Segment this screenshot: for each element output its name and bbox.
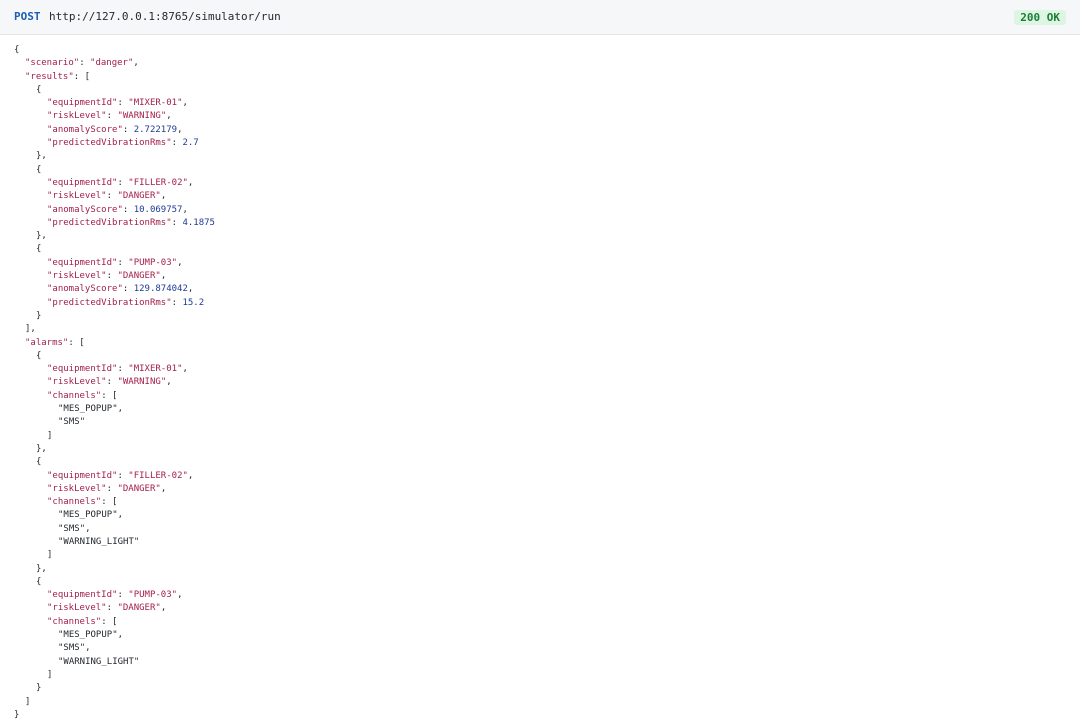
json-line: },	[36, 231, 47, 242]
json-line: "WARNING_LIGHT"	[58, 656, 140, 667]
json-line: "riskLevel": "DANGER",	[47, 191, 167, 202]
json-value-risklevel: DANGER	[122, 191, 156, 202]
json-line: }	[14, 709, 20, 720]
json-value-scenario: danger	[95, 58, 128, 69]
json-value-anomalyscore: 10.069757	[133, 204, 183, 215]
json-line: ]	[47, 669, 53, 680]
json-line: "MES_POPUP",	[58, 630, 124, 641]
request-url[interactable]: http://127.0.0.1:8765/simulator/run	[49, 10, 281, 24]
json-line: }	[36, 683, 42, 694]
json-line: "equipmentId": "FILLER-02",	[47, 177, 194, 188]
json-value-risklevel: DANGER	[122, 483, 156, 494]
json-line: "riskLevel": "DANGER",	[47, 271, 167, 282]
json-value-predictedvibrationrms: 2.7	[182, 138, 199, 149]
json-line: "riskLevel": "DANGER",	[47, 603, 167, 614]
json-line: "MES_POPUP",	[58, 404, 124, 415]
json-value-channel: MES_POPUP	[63, 510, 113, 521]
json-line: {	[36, 350, 42, 361]
json-line: "channels": [	[47, 616, 118, 627]
json-value-channel: MES_POPUP	[63, 630, 113, 641]
json-line: "riskLevel": "WARNING",	[47, 377, 172, 388]
json-value-channel: MES_POPUP	[63, 404, 113, 415]
json-line: ]	[47, 430, 53, 441]
json-line: },	[36, 443, 47, 454]
json-line: "predictedVibrationRms": 2.7	[47, 138, 199, 149]
json-line: "predictedVibrationRms": 15.2	[47, 297, 205, 308]
json-line: },	[36, 151, 47, 162]
json-line: {	[36, 576, 42, 587]
json-value-equipmentid: FILLER-02	[133, 470, 183, 481]
json-value-equipmentid: MIXER-01	[133, 364, 178, 375]
response-body: { "scenario": "danger", "results": [ { "equi…	[0, 36, 1080, 720]
json-line: "alarms": [	[25, 337, 85, 348]
json-value-risklevel: DANGER	[122, 603, 156, 614]
json-value-equipmentid: PUMP-03	[133, 257, 172, 268]
json-line: "predictedVibrationRms": 4.1875	[47, 217, 215, 228]
json-line: "equipmentId": "FILLER-02",	[47, 470, 194, 481]
json-line: {	[36, 164, 42, 175]
json-value-risklevel: WARNING	[122, 377, 161, 388]
json-line: "SMS",	[58, 643, 91, 654]
http-method: POST	[14, 10, 41, 23]
json-line: "SMS"	[58, 417, 86, 428]
json-line: ]	[47, 550, 53, 561]
json-line: "channels": [	[47, 390, 118, 401]
json-line: "scenario": "danger",	[25, 58, 139, 69]
json-line: "SMS",	[58, 523, 91, 534]
json-line: "anomalyScore": 2.722179,	[47, 124, 183, 135]
json-value-channel: SMS	[63, 643, 80, 654]
json-line: "anomalyScore": 129.874042,	[47, 284, 194, 295]
json-line: "anomalyScore": 10.069757,	[47, 204, 188, 215]
json-line: {	[36, 84, 42, 95]
json-line: "equipmentId": "MIXER-01",	[47, 98, 188, 109]
json-line: ]	[25, 696, 31, 707]
json-line: }	[36, 310, 42, 321]
json-line: {	[36, 457, 42, 468]
json-line: {	[36, 244, 42, 255]
json-line: },	[36, 563, 47, 574]
json-value-equipmentid: FILLER-02	[133, 177, 183, 188]
json-line: "riskLevel": "WARNING",	[47, 111, 172, 122]
json-value-anomalyscore: 2.722179	[133, 124, 178, 135]
json-line: {	[14, 45, 20, 55]
json-line: "equipmentId": "MIXER-01",	[47, 364, 188, 375]
json-value-channel: SMS	[63, 523, 80, 534]
request-bar: POST http://127.0.0.1:8765/simulator/run…	[0, 0, 1080, 35]
json-value-equipmentid: PUMP-03	[133, 590, 172, 601]
status-badge: 200 OK	[1014, 10, 1066, 25]
json-line: ],	[25, 324, 36, 335]
json-viewer: { "scenario": "danger", "results": [ { "equi…	[14, 44, 215, 720]
json-line: "equipmentId": "PUMP-03",	[47, 590, 183, 601]
json-line: "riskLevel": "DANGER",	[47, 483, 167, 494]
json-value-equipmentid: MIXER-01	[133, 98, 178, 109]
json-line: "WARNING_LIGHT"	[58, 536, 140, 547]
json-value-channel: WARNING_LIGHT	[63, 536, 134, 547]
json-value-anomalyscore: 129.874042	[133, 284, 188, 295]
json-value-channel: SMS	[63, 417, 80, 428]
json-value-risklevel: DANGER	[122, 271, 156, 282]
json-value-predictedvibrationrms: 4.1875	[182, 217, 215, 228]
json-line: "channels": [	[47, 497, 118, 508]
json-value-predictedvibrationrms: 15.2	[182, 297, 205, 308]
json-line: "equipmentId": "PUMP-03",	[47, 257, 183, 268]
json-line: "MES_POPUP",	[58, 510, 124, 521]
json-line: "results": [	[25, 71, 91, 82]
json-value-channel: WARNING_LIGHT	[63, 656, 134, 667]
json-value-risklevel: WARNING	[122, 111, 161, 122]
